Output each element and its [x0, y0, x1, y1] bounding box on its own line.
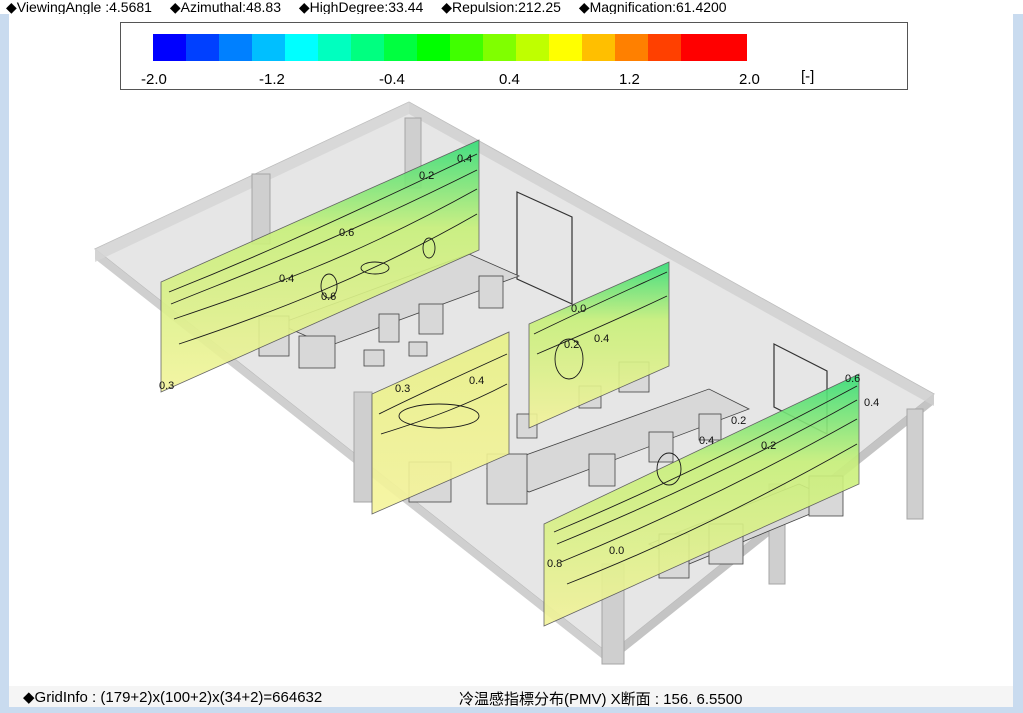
legend-swatch [285, 34, 318, 61]
status-footer: ◆GridInfo : (179+2)x(100+2)x(34+2)=66463… [9, 686, 1013, 708]
contour-label: 0.3 [159, 380, 174, 392]
contour-label: 0.4 [457, 153, 472, 165]
legend-tick: -0.4 [379, 71, 405, 88]
legend-tick: 2.0 [739, 71, 760, 88]
floor-slab [94, 101, 935, 655]
legend-swatch [582, 34, 615, 61]
legend-swatch [549, 34, 582, 61]
legend-swatch [384, 34, 417, 61]
contour-label: 0.0 [571, 303, 586, 315]
column [353, 391, 373, 503]
contour-label: 0.4 [279, 273, 294, 285]
3d-viewport[interactable]: 0.4 0.2 0.6 0.4 0.6 0.3 0.4 0.3 0.2 0.0 … [9, 14, 1013, 686]
contour-label: 0.4 [699, 435, 714, 447]
contour-label: 0.4 [594, 333, 609, 345]
contour-label: 0.0 [609, 545, 624, 557]
legend-swatch [615, 34, 648, 61]
legend-tick: 0.4 [499, 71, 520, 88]
legend-tick: -2.0 [141, 71, 167, 88]
contour-label: 0.4 [469, 375, 484, 387]
legend-swatch [648, 34, 681, 61]
contour-label: 0.2 [419, 170, 434, 182]
contour-label: 0.2 [761, 440, 776, 452]
contour-label: 0.8 [547, 558, 562, 570]
legend-swatch [153, 34, 186, 61]
legend-swatch [681, 34, 714, 61]
contour-label: 0.4 [864, 397, 879, 409]
legend-unit: [-] [801, 68, 815, 85]
legend-tick: 1.2 [619, 71, 640, 88]
legend-swatch [417, 34, 450, 61]
contour-label: 0.6 [339, 227, 354, 239]
viewing-angle-readout: ◆ViewingAngle :4.5681 [6, 0, 152, 14]
grid-info-text: ◆GridInfo : (179+2)x(100+2)x(34+2)=66463… [23, 689, 323, 706]
azimuthal-readout: ◆Azimuthal:48.83 [169, 0, 282, 14]
contour-label: 0.6 [845, 373, 860, 385]
legend-swatch [351, 34, 384, 61]
magnification-readout: ◆Magnification:61.4200 [578, 0, 727, 14]
legend-swatch [219, 34, 252, 61]
high-degree-readout: ◆HighDegree:33.44 [298, 0, 424, 14]
repulsion-readout: ◆Repulsion:212.25 [441, 0, 561, 14]
legend-swatch [186, 34, 219, 61]
contour-label: 0.2 [731, 415, 746, 427]
column [906, 408, 924, 520]
window-frame-left [0, 14, 9, 713]
section-info-text: 冷温感指標分布(PMV) X断面 : 156. 6.5500 [459, 691, 743, 708]
window-frame-right [1013, 14, 1023, 713]
window-frame-bottom [0, 707, 1023, 713]
legend-swatch [450, 34, 483, 61]
room-rendering: 0.4 0.2 0.6 0.4 0.6 0.3 0.4 0.3 0.2 0.0 … [94, 101, 935, 665]
legend-swatch [318, 34, 351, 61]
legend-swatch [714, 34, 747, 61]
legend-color-bar [153, 34, 747, 61]
legend-tick: -1.2 [259, 71, 285, 88]
legend-swatch [483, 34, 516, 61]
legend-swatch [516, 34, 549, 61]
pmv-color-legend: -2.0 -1.2 -0.4 0.4 1.2 2.0 [-] [120, 22, 908, 90]
view-parameters-bar: ◆ViewingAngle :4.5681 ◆Azimuthal:48.83 ◆… [0, 0, 1023, 14]
contour-label: 0.2 [564, 339, 579, 351]
legend-swatch [252, 34, 285, 61]
contour-label: 0.3 [395, 383, 410, 395]
contour-label: 0.6 [321, 291, 336, 303]
column [251, 173, 271, 245]
